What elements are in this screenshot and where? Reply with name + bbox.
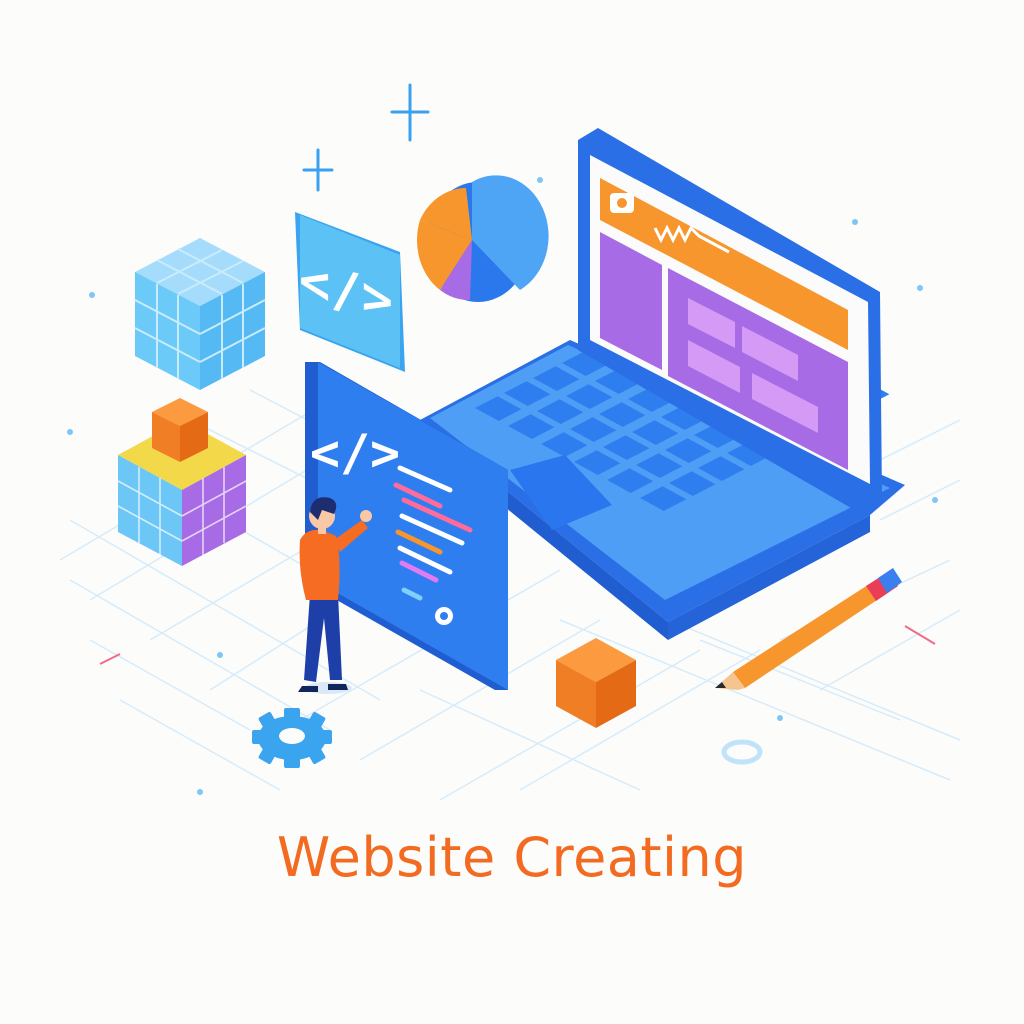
illustration: </> </> Website Creating bbox=[0, 0, 1024, 1024]
sparkle-icon bbox=[302, 83, 430, 192]
caption-title: Website Creating bbox=[276, 826, 748, 889]
cube-light-blue bbox=[134, 238, 266, 390]
pie-chart-icon bbox=[416, 175, 549, 302]
code-icon: </> bbox=[310, 424, 400, 482]
gear-icon bbox=[252, 708, 332, 768]
camera-icon bbox=[610, 193, 634, 213]
ring-marker bbox=[721, 739, 763, 765]
cube-multicolor bbox=[117, 398, 247, 566]
code-card: </> bbox=[295, 212, 405, 372]
cube-orange bbox=[556, 638, 636, 728]
